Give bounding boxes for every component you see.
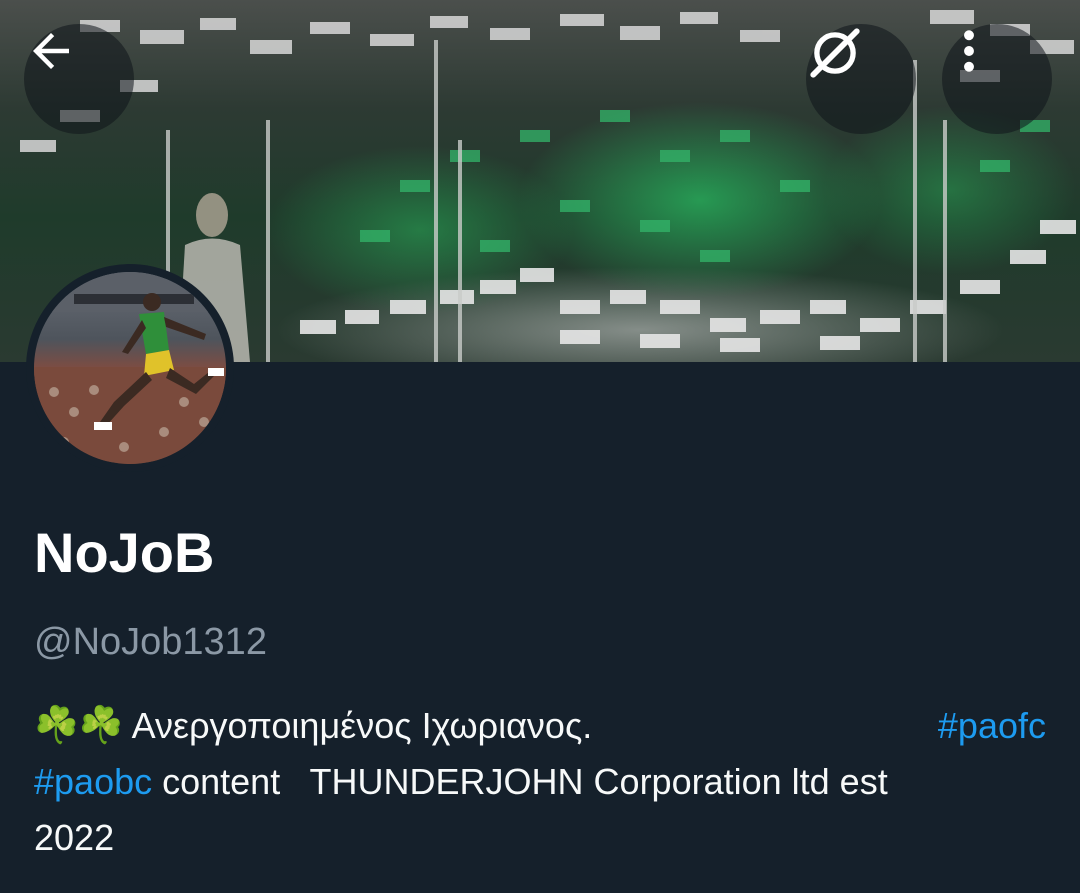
bio-text-3: 2022 (34, 817, 115, 858)
profile-bio: ☘️☘️ Ανεργοποιημένος Ιχωριανος. #paofc #… (34, 698, 1046, 866)
profile-avatar[interactable] (26, 264, 234, 472)
display-name: NoJoB (34, 521, 215, 584)
avatar-photo (34, 272, 226, 464)
bio-text-2: content THUNDERJOHN Corporation ltd est (152, 761, 888, 802)
bio-text-1: Ανεργοποιημένος Ιχωριανος. (123, 705, 593, 746)
hashtag-paobc[interactable]: #paobc (34, 754, 152, 810)
back-button[interactable] (24, 24, 134, 134)
grok-button[interactable] (806, 24, 916, 134)
user-handle: @NoJob1312 (34, 621, 267, 663)
bio-line-1: ☘️☘️ Ανεργοποιημένος Ιχωριανος. #paofc (34, 698, 1046, 754)
shamrock-emoji: ☘️☘️ (34, 705, 124, 746)
hashtag-paofc[interactable]: #paofc (938, 698, 1046, 754)
more-vertical-icon (964, 30, 974, 72)
bio-line-2: #paobc content THUNDERJOHN Corporation l… (34, 754, 1046, 810)
avatar-image (34, 272, 226, 464)
more-options-button[interactable] (942, 24, 1052, 134)
grok-icon (810, 28, 860, 78)
profile-screen: NoJoB @NoJob1312 ☘️☘️ Ανεργοποιημένος Ιχ… (0, 0, 1080, 893)
bio-line-3: 2022 (34, 810, 1046, 866)
arrow-left-icon (33, 33, 69, 69)
